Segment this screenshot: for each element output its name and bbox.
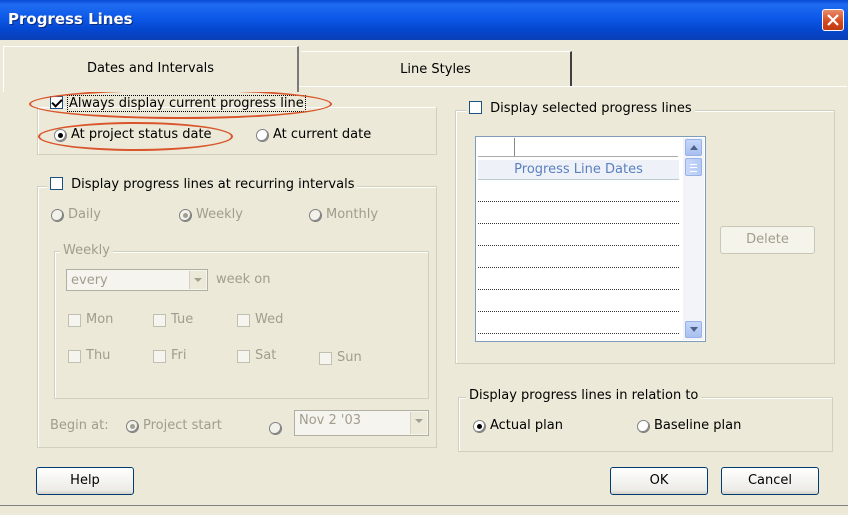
daily-radio[interactable]	[51, 209, 64, 222]
day-checkbox-sat[interactable]	[237, 350, 250, 363]
window-title: Progress Lines	[8, 10, 133, 28]
begin-date-radio[interactable]	[269, 422, 282, 435]
recurring-group-title: Display progress lines at recurring inte…	[47, 177, 358, 192]
table-row[interactable]	[478, 267, 679, 269]
day-checkbox-wed[interactable]	[237, 314, 250, 327]
tab-dates-and-intervals[interactable]: Dates and Intervals	[3, 46, 299, 92]
day-label-fri[interactable]: Fri	[171, 348, 187, 363]
day-checkbox-mon[interactable]	[68, 314, 81, 327]
day-label-thu[interactable]: Thu	[86, 348, 110, 363]
project-start-label[interactable]: Project start	[143, 418, 222, 433]
grid-scrollbar[interactable]	[683, 138, 704, 340]
title-bar[interactable]: Progress Lines	[0, 0, 848, 40]
chevron-down-icon[interactable]	[410, 412, 427, 434]
every-combo[interactable]: every	[66, 269, 208, 291]
table-row[interactable]	[478, 223, 679, 225]
table-row[interactable]	[478, 311, 679, 313]
grid-entry-row[interactable]	[478, 138, 678, 157]
close-icon	[827, 14, 839, 26]
arrow-up-icon	[690, 145, 698, 150]
at-current-date-label[interactable]: At current date	[273, 127, 371, 142]
table-row[interactable]	[478, 333, 679, 335]
dialog-bottom-edge	[0, 505, 848, 506]
scroll-up-button[interactable]	[685, 139, 702, 156]
highlight-status-date	[38, 122, 233, 151]
scroll-thumb[interactable]	[685, 158, 702, 176]
delete-button[interactable]: Delete	[720, 226, 815, 254]
day-label-tue[interactable]: Tue	[171, 312, 193, 327]
recurring-checkbox[interactable]	[50, 177, 63, 190]
selected-lines-title: Display selected progress lines	[466, 101, 695, 116]
arrow-down-icon	[690, 327, 698, 332]
tab-label: Dates and Intervals	[86, 61, 215, 76]
day-checkbox-fri[interactable]	[153, 350, 166, 363]
tab-line-styles[interactable]: Line Styles	[301, 51, 572, 87]
project-start-radio[interactable]	[126, 420, 139, 433]
weekly-group-title: Weekly	[60, 243, 113, 258]
begin-at-label: Begin at:	[50, 418, 109, 433]
ok-button[interactable]: OK	[610, 467, 708, 495]
day-label-mon[interactable]: Mon	[86, 312, 113, 327]
monthly-radio[interactable]	[309, 209, 322, 222]
progress-lines-dialog: Progress Lines Dates and Intervals Line …	[0, 0, 848, 515]
recurring-label[interactable]: Display progress lines at recurring inte…	[71, 177, 354, 192]
day-checkbox-thu[interactable]	[68, 350, 81, 363]
table-row[interactable]	[478, 201, 679, 203]
tab-divider	[299, 86, 847, 87]
grip-icon	[690, 164, 697, 172]
week-on-label: week on	[216, 272, 271, 287]
selected-lines-checkbox[interactable]	[469, 101, 482, 114]
every-value: every	[71, 273, 108, 288]
baseline-plan-radio[interactable]	[637, 420, 650, 433]
tab-label: Line Styles	[400, 62, 471, 77]
cancel-button[interactable]: Cancel	[721, 467, 819, 495]
day-checkbox-tue[interactable]	[153, 314, 166, 327]
help-button[interactable]: Help	[36, 467, 134, 495]
progress-line-dates-grid[interactable]: Progress Line Dates	[475, 136, 706, 342]
weekly-label[interactable]: Weekly	[196, 207, 243, 222]
selected-lines-label[interactable]: Display selected progress lines	[490, 101, 692, 116]
daily-label[interactable]: Daily	[68, 207, 101, 222]
day-label-wed[interactable]: Wed	[255, 312, 283, 327]
chevron-down-icon[interactable]	[189, 271, 206, 289]
day-label-sun[interactable]: Sun	[337, 350, 362, 365]
scroll-down-button[interactable]	[685, 321, 702, 338]
table-row[interactable]	[478, 245, 679, 247]
highlight-always-display	[29, 89, 332, 119]
close-button[interactable]	[822, 9, 844, 31]
grid-column-header: Progress Line Dates	[478, 160, 679, 180]
weekly-radio[interactable]	[179, 209, 192, 222]
begin-date-combo[interactable]: Nov 2 '03	[294, 410, 429, 436]
relation-group-title: Display progress lines in relation to	[466, 388, 702, 403]
baseline-plan-label[interactable]: Baseline plan	[654, 418, 741, 433]
day-checkbox-sun[interactable]	[319, 352, 332, 365]
actual-plan-radio[interactable]	[473, 420, 486, 433]
table-row[interactable]	[478, 289, 679, 291]
at-current-date-radio[interactable]	[256, 129, 269, 142]
monthly-label[interactable]: Monthly	[326, 207, 378, 222]
actual-plan-label[interactable]: Actual plan	[490, 418, 563, 433]
begin-date-value: Nov 2 '03	[299, 413, 362, 428]
day-label-sat[interactable]: Sat	[255, 348, 276, 363]
